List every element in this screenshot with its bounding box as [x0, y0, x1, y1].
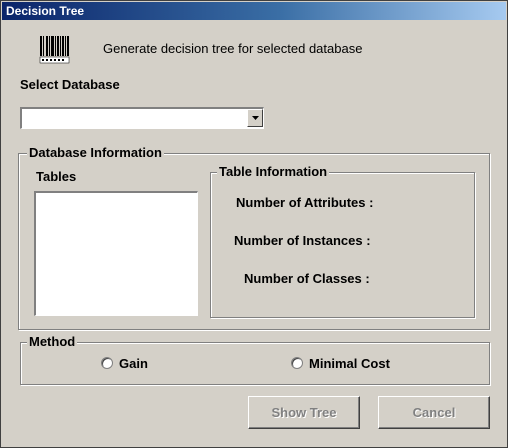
select-database-label: Select Database [20, 77, 120, 92]
method-group [20, 342, 490, 385]
decision-tree-window: Decision Tree Generate decision tree for… [0, 0, 508, 448]
tables-listbox[interactable] [34, 191, 198, 316]
database-information-legend: Database Information [27, 145, 164, 160]
table-information-legend: Table Information [217, 164, 330, 179]
gain-radio-label[interactable]: Gain [119, 356, 148, 371]
number-of-classes-label: Number of Classes : [244, 271, 370, 286]
show-tree-button[interactable]: Show Tree [248, 396, 360, 429]
title-bar: Decision Tree [2, 2, 506, 20]
number-of-instances-label: Number of Instances : [234, 233, 371, 248]
minimal-cost-radio-label[interactable]: Minimal Cost [309, 356, 390, 371]
chevron-down-icon [251, 116, 259, 120]
header-description: Generate decision tree for selected data… [103, 41, 363, 56]
number-of-attributes-label: Number of Attributes : [236, 195, 374, 210]
barcode-icon [38, 33, 70, 65]
method-legend: Method [27, 334, 78, 349]
minimal-cost-radio[interactable] [291, 357, 303, 369]
database-combobox[interactable] [20, 107, 264, 129]
tables-label: Tables [36, 169, 77, 184]
gain-radio[interactable] [101, 357, 113, 369]
dropdown-button[interactable] [247, 109, 263, 127]
cancel-button[interactable]: Cancel [378, 396, 490, 429]
